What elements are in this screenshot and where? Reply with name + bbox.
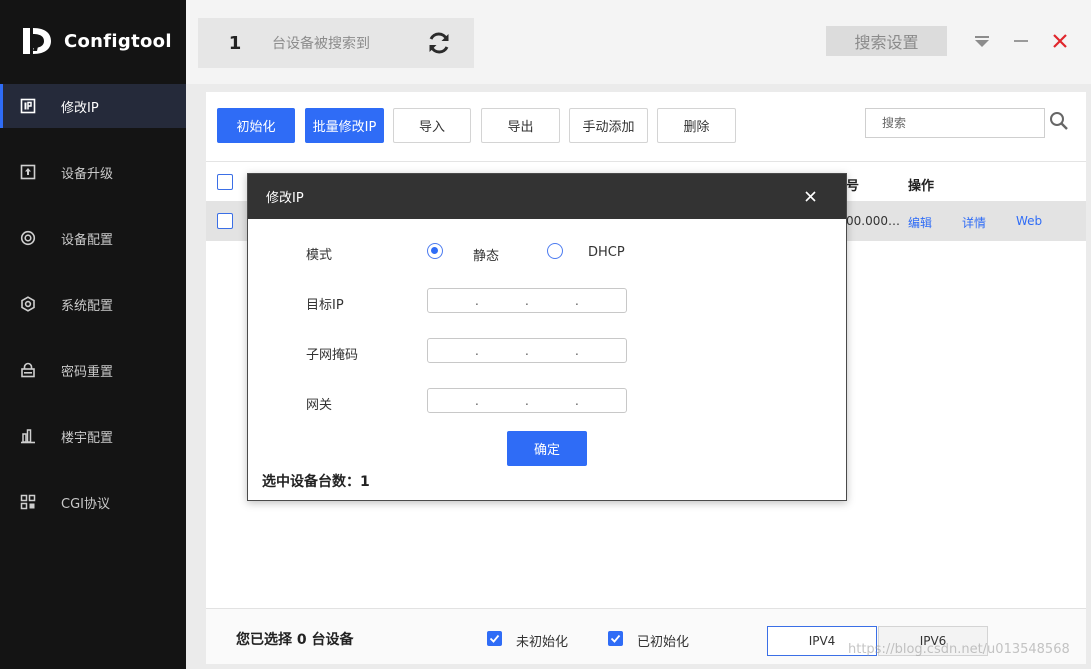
manual-add-button[interactable]: 手动添加 xyxy=(569,108,648,143)
sidebar-item-label: 密码重置 xyxy=(61,364,114,380)
dialog-close-button[interactable] xyxy=(802,188,818,204)
sidebar-item-label: 设备配置 xyxy=(61,232,114,248)
watermark: https://blog.csdn.net/u013548568 xyxy=(848,642,1070,657)
export-button[interactable]: 导出 xyxy=(481,108,560,143)
upgrade-icon xyxy=(20,164,36,180)
search-icon[interactable] xyxy=(1048,110,1070,132)
cgi-icon xyxy=(20,494,36,510)
sidebar: Configtool 修改IP 设备升级 设备配置 系统配置 密码重置 楼宇配置… xyxy=(0,0,186,669)
row-checkbox[interactable] xyxy=(217,213,233,229)
app-logo: Configtool xyxy=(20,24,172,58)
details-link[interactable]: 详情 xyxy=(962,214,986,231)
refresh-icon[interactable] xyxy=(426,30,452,56)
selected-device-count: 选中设备台数：1 xyxy=(262,474,370,490)
device-count: 1 xyxy=(228,32,242,54)
initialized-checkbox[interactable] xyxy=(608,631,623,646)
dialog-title: 修改IP xyxy=(266,191,304,206)
sidebar-item-label: 楼宇配置 xyxy=(61,430,114,446)
sidebar-item-cgi-protocol[interactable]: CGI协议 xyxy=(0,480,186,524)
web-link[interactable]: Web xyxy=(1016,214,1042,228)
target-ip-field[interactable]: ... xyxy=(427,288,627,313)
sidebar-item-building-config[interactable]: 楼宇配置 xyxy=(0,414,186,458)
dhcp-label: DHCP xyxy=(588,245,625,260)
search-result-panel: 1 台设备被搜索到 xyxy=(198,18,474,68)
subnet-mask-field[interactable]: ... xyxy=(427,338,627,363)
dropdown-triangle-icon xyxy=(975,36,989,47)
sidebar-item-device-upgrade[interactable]: 设备升级 xyxy=(0,150,186,194)
search-input[interactable] xyxy=(865,108,1045,138)
ip-icon xyxy=(20,98,36,114)
modify-ip-dialog: 修改IP 模式 静态 DHCP 目标IP ... 子网掩码 ... 网关 ...… xyxy=(247,173,847,501)
column-header-actions: 操作 xyxy=(908,179,935,194)
dhcp-radio[interactable] xyxy=(547,243,563,259)
initialize-button[interactable]: 初始化 xyxy=(217,108,295,143)
selected-device-summary: 您已选择 0 台设备 xyxy=(236,632,354,648)
uninitialized-label: 未初始化 xyxy=(516,635,569,650)
confirm-button[interactable]: 确定 xyxy=(507,431,587,466)
sidebar-item-device-config[interactable]: 设备配置 xyxy=(0,216,186,260)
initialized-label: 已初始化 xyxy=(637,635,690,650)
minimize-icon xyxy=(1014,40,1028,42)
sidebar-item-password-reset[interactable]: 密码重置 xyxy=(0,348,186,392)
minimize-button[interactable] xyxy=(1011,30,1031,52)
top-bar: 1 台设备被搜索到 搜索设置 xyxy=(186,0,1091,84)
sidebar-item-label: 修改IP xyxy=(61,100,99,116)
uninitialized-checkbox[interactable] xyxy=(487,631,502,646)
gateway-field[interactable]: ... xyxy=(427,388,627,413)
subnet-mask-label: 子网掩码 xyxy=(306,348,359,363)
gateway-label: 网关 xyxy=(306,398,333,413)
logo-icon xyxy=(23,28,51,54)
sidebar-item-system-config[interactable]: 系统配置 xyxy=(0,282,186,326)
building-config-icon xyxy=(20,428,36,444)
password-reset-icon xyxy=(20,362,36,378)
dialog-header: 修改IP xyxy=(248,174,846,219)
row-cell-partial: 00.000… xyxy=(846,214,900,228)
delete-button[interactable]: 删除 xyxy=(657,108,736,143)
close-icon xyxy=(804,190,816,202)
close-icon xyxy=(1053,34,1067,48)
static-radio[interactable] xyxy=(427,243,443,259)
static-label: 静态 xyxy=(473,249,500,264)
sidebar-item-label: CGI协议 xyxy=(61,496,110,512)
mode-label: 模式 xyxy=(306,248,333,263)
sidebar-item-label: 设备升级 xyxy=(61,166,114,182)
select-all-checkbox[interactable] xyxy=(217,174,233,190)
edit-link[interactable]: 编辑 xyxy=(908,214,932,231)
sidebar-item-label: 系统配置 xyxy=(61,298,114,314)
import-button[interactable]: 导入 xyxy=(393,108,471,143)
close-window-button[interactable] xyxy=(1050,30,1070,52)
batch-modify-ip-button[interactable]: 批量修改IP xyxy=(305,108,384,143)
dropdown-menu-button[interactable] xyxy=(972,30,992,52)
search-settings-button[interactable]: 搜索设置 xyxy=(826,26,947,56)
target-ip-label: 目标IP xyxy=(306,298,344,313)
checkmark-icon xyxy=(610,634,621,643)
system-config-icon xyxy=(20,296,36,312)
checkmark-icon xyxy=(489,634,500,643)
column-header-partial: 号 xyxy=(846,179,860,194)
app-name: Configtool xyxy=(64,30,172,52)
device-config-icon xyxy=(20,230,36,246)
sidebar-nav: 修改IP 设备升级 设备配置 系统配置 密码重置 楼宇配置 CGI协议 xyxy=(0,84,186,546)
sidebar-item-modify-ip[interactable]: 修改IP xyxy=(0,84,186,128)
device-found-text: 台设备被搜索到 xyxy=(272,36,370,52)
